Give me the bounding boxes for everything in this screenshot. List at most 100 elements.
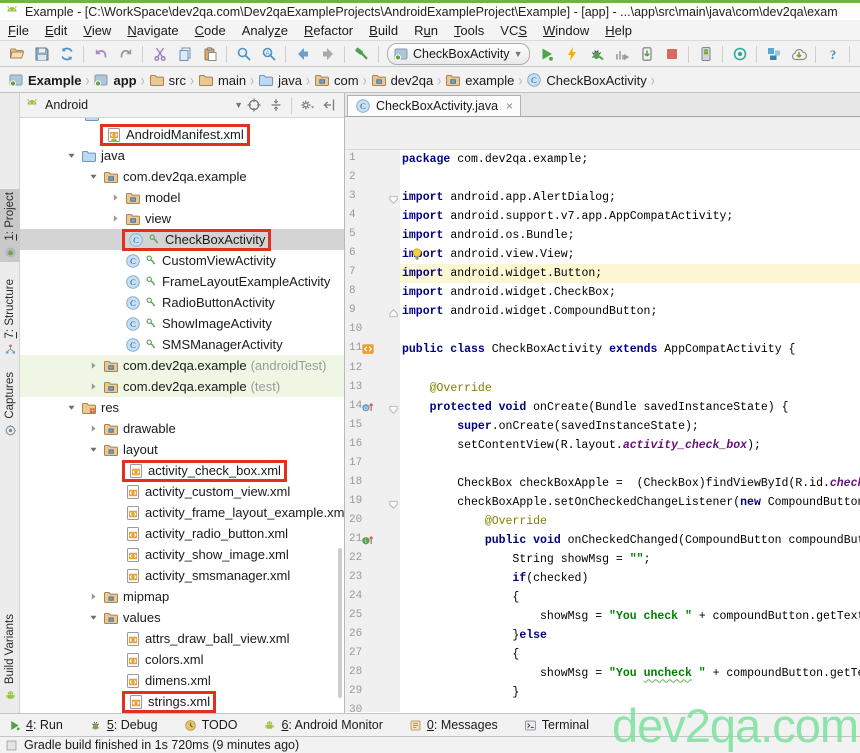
tree-item-androidmanifest-xml[interactable]: AndroidManifest.xml — [20, 124, 344, 145]
code-text[interactable]: @Override — [400, 379, 860, 398]
tool-window-button-4-run[interactable]: 4: Run — [8, 718, 63, 732]
expanded-arrow-icon[interactable] — [64, 402, 78, 413]
replace-button[interactable]: A — [256, 43, 281, 66]
code-text[interactable]: import android.widget.CheckBox; — [400, 283, 860, 302]
tree-item-showimageactivity[interactable]: CShowImageActivity — [20, 313, 344, 334]
close-icon[interactable]: × — [506, 99, 513, 113]
collapsed-arrow-icon[interactable] — [86, 423, 100, 434]
attach-debugger-button[interactable] — [634, 43, 659, 66]
menu-navigate[interactable]: Navigate — [119, 21, 186, 40]
debug-button[interactable] — [584, 43, 609, 66]
code-text[interactable]: package com.dev2qa.example; — [400, 150, 860, 169]
code-text[interactable]: public void onCheckedChanged(CompoundBut… — [400, 531, 860, 550]
apply-changes-button[interactable] — [559, 43, 584, 66]
tree-item-strings-xml[interactable]: strings.xml — [20, 691, 344, 712]
code-text[interactable]: } — [400, 683, 860, 702]
tree-item-activity-radio-button-xml[interactable]: activity_radio_button.xml — [20, 523, 344, 544]
tree-item-colors-xml[interactable]: colors.xml — [20, 649, 344, 670]
collapsed-arrow-icon[interactable] — [86, 591, 100, 602]
menu-analyze[interactable]: Analyze — [234, 21, 296, 40]
tree-item-framelayoutexampleactivity[interactable]: CFrameLayoutExampleActivity — [20, 271, 344, 292]
gear-button[interactable] — [296, 95, 318, 115]
tree-item-customviewactivity[interactable]: CCustomViewActivity — [20, 250, 344, 271]
tree-item-checkboxactivity[interactable]: CCheckBoxActivity — [20, 229, 344, 250]
gutter-override-icon[interactable]: o — [361, 400, 374, 418]
code-text[interactable]: }else — [400, 626, 860, 645]
copy-button[interactable] — [172, 43, 197, 66]
breadcrumb-item-src[interactable]: src — [147, 72, 188, 88]
run-button[interactable] — [534, 43, 559, 66]
tool-window-button-5-debug[interactable]: 5: Debug — [89, 718, 158, 732]
tool-window-tab-build-variants[interactable]: Build Variants — [0, 611, 20, 705]
code-text[interactable]: import android.widget.CompoundButton; — [400, 302, 860, 321]
breadcrumb-item-java[interactable]: java — [256, 72, 304, 88]
tool-window-tab-1-project[interactable]: 1: Project — [0, 189, 20, 262]
menu-refactor[interactable]: Refactor — [296, 21, 361, 40]
collapse-button[interactable] — [318, 95, 340, 115]
code-text[interactable]: import android.view.View; — [400, 245, 860, 264]
menu-code[interactable]: Code — [187, 21, 234, 40]
collapsed-arrow-icon[interactable] — [86, 381, 100, 392]
tree-item-model[interactable]: model — [20, 187, 344, 208]
breadcrumb-item-main[interactable]: main — [196, 72, 248, 88]
tree-item-drawable[interactable]: drawable — [20, 418, 344, 439]
tree-item-res[interactable]: res — [20, 397, 344, 418]
project-tree[interactable]: AndroidManifest.xmljavacom.dev2qa.exampl… — [20, 118, 344, 713]
avd-manager-button[interactable] — [693, 43, 718, 66]
tree-item-com-dev2qa-example[interactable]: com.dev2qa.example — [20, 166, 344, 187]
tree-item-java[interactable]: java — [20, 145, 344, 166]
forward-button[interactable] — [315, 43, 340, 66]
breadcrumb-item-example[interactable]: Example — [6, 72, 83, 88]
expanded-arrow-icon[interactable] — [86, 612, 100, 623]
sdk-download-button[interactable] — [786, 43, 811, 66]
tree-item-view[interactable]: view — [20, 208, 344, 229]
menu-run[interactable]: Run — [406, 21, 446, 40]
code-text[interactable]: super.onCreate(savedInstanceState); — [400, 417, 860, 436]
breadcrumb-item-example[interactable]: example — [443, 72, 516, 88]
expanded-arrow-icon[interactable] — [86, 171, 100, 182]
code-text[interactable]: checkBoxApple.setOnCheckedChangeListener… — [400, 493, 860, 512]
code-text[interactable]: setContentView(R.layout.activity_check_b… — [400, 436, 860, 455]
tree-item-mipmap[interactable]: mipmap — [20, 586, 344, 607]
code-text[interactable]: @Override — [400, 512, 860, 531]
code-text[interactable]: import android.widget.Button; — [400, 264, 860, 283]
cut-button[interactable] — [147, 43, 172, 66]
tree-item-layout[interactable]: layout — [20, 439, 344, 460]
stop-button[interactable] — [659, 43, 684, 66]
code-text[interactable]: CheckBox checkBoxApple = (CheckBox)findV… — [400, 474, 860, 493]
code-text[interactable]: showMsg = "You uncheck " + compoundButto… — [400, 664, 860, 683]
code-text[interactable] — [400, 321, 860, 340]
menu-edit[interactable]: Edit — [37, 21, 75, 40]
tree-scrollbar-thumb[interactable] — [338, 548, 342, 698]
tree-item-values[interactable]: values — [20, 607, 344, 628]
tool-window-tab-7-structure[interactable]: 7: Structure — [0, 276, 20, 359]
undo-button[interactable] — [88, 43, 113, 66]
code-text[interactable]: import android.app.AlertDialog; — [400, 188, 860, 207]
sdk-manager-button[interactable] — [761, 43, 786, 66]
code-text[interactable]: if(checked) — [400, 569, 860, 588]
collapsed-arrow-icon[interactable] — [108, 192, 122, 203]
code-text[interactable]: { — [400, 645, 860, 664]
tool-window-tab-captures[interactable]: Captures — [0, 369, 20, 440]
split-button[interactable] — [265, 95, 287, 115]
target-button[interactable] — [243, 95, 265, 115]
menu-window[interactable]: Window — [535, 21, 597, 40]
collapsed-arrow-icon[interactable] — [86, 360, 100, 371]
project-view-selector[interactable]: Android — [24, 97, 124, 113]
open-folder-button[interactable] — [4, 43, 29, 66]
tree-item-activity-frame-layout-example-xml[interactable]: activity_frame_layout_example.xml — [20, 502, 344, 523]
gutter-implement-icon[interactable]: i — [361, 533, 374, 551]
tool-window-button-6-android-monitor[interactable]: 6: Android Monitor — [263, 718, 382, 732]
code-text[interactable] — [400, 169, 860, 188]
code-text[interactable]: showMsg = "You check " + compoundButton.… — [400, 607, 860, 626]
code-text[interactable]: import android.support.v7.app.AppCompatA… — [400, 207, 860, 226]
collapsed-arrow-icon[interactable] — [108, 213, 122, 224]
menu-view[interactable]: View — [75, 21, 119, 40]
toggle-tool-windows-icon[interactable] — [5, 739, 18, 752]
back-button[interactable] — [290, 43, 315, 66]
tree-item-com-dev2qa-example[interactable]: com.dev2qa.example (androidTest) — [20, 355, 344, 376]
tree-item-attrs-draw-ball-view-xml[interactable]: attrs_draw_ball_view.xml — [20, 628, 344, 649]
breadcrumb-item-app[interactable]: app — [91, 72, 138, 88]
tree-item-radiobuttonactivity[interactable]: CRadioButtonActivity — [20, 292, 344, 313]
tree-item-activity-show-image-xml[interactable]: activity_show_image.xml — [20, 544, 344, 565]
